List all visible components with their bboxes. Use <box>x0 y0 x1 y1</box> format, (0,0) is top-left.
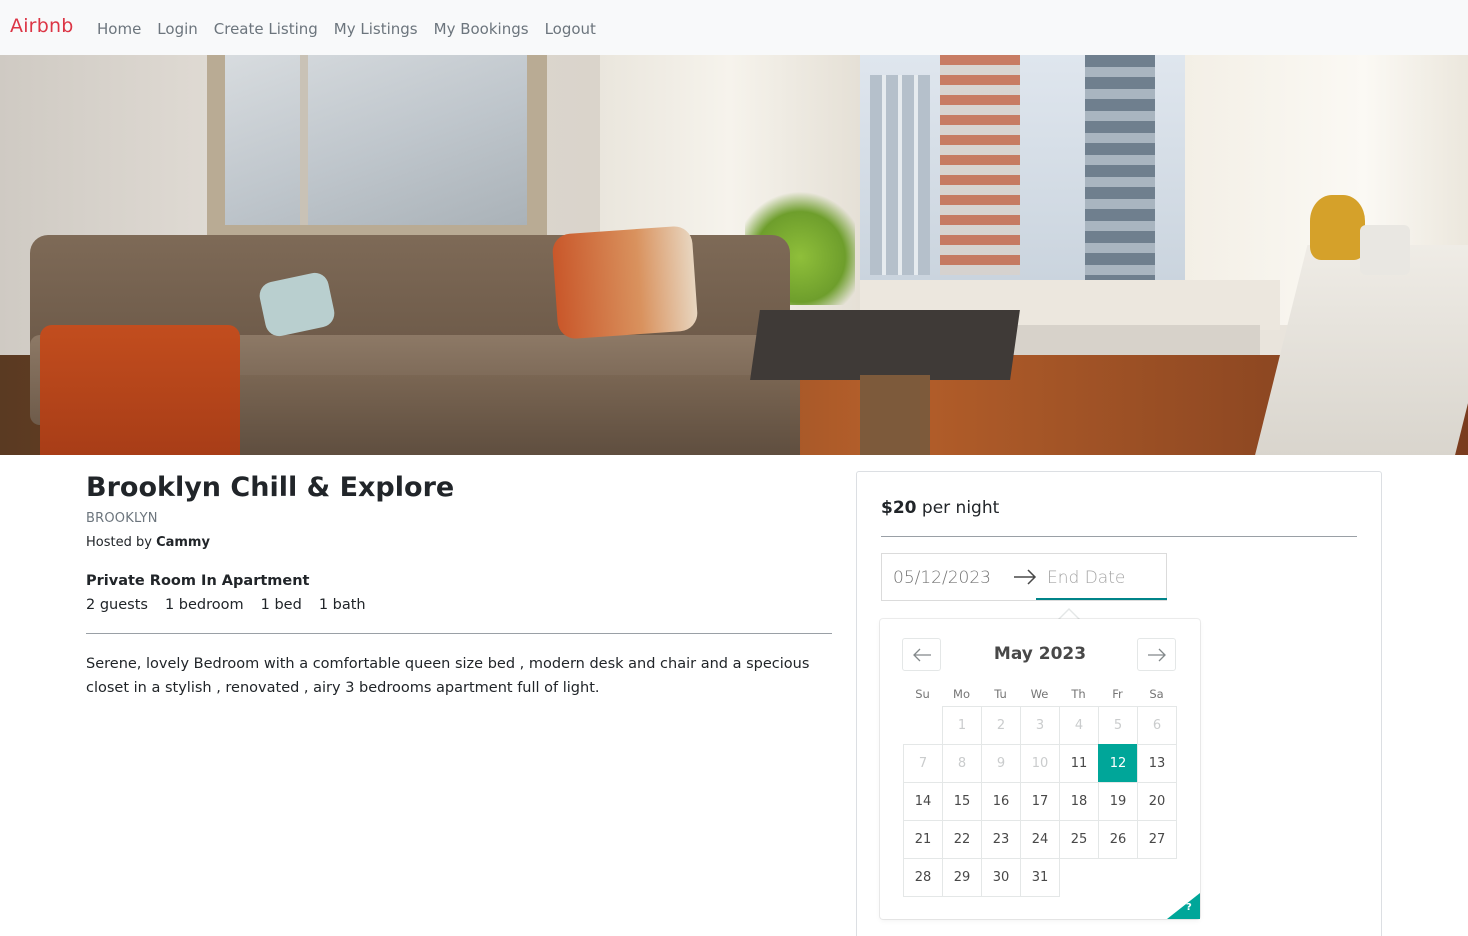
weekday-label: Fr <box>1112 687 1123 701</box>
arrow-right-icon <box>1148 648 1166 662</box>
calendar-day-selected[interactable]: 12 <box>1098 744 1138 783</box>
help-icon: ? <box>1186 902 1192 913</box>
feature-baths: 1 bath <box>318 597 366 613</box>
hosted-by-label: Hosted by <box>86 535 152 550</box>
weekday-label: Sa <box>1149 687 1164 701</box>
weekday-label: We <box>1030 687 1049 701</box>
calendar-day[interactable]: 28 <box>903 858 943 897</box>
calendar-day[interactable]: 25 <box>1059 820 1099 859</box>
calendar-day[interactable]: 18 <box>1059 782 1099 821</box>
divider <box>881 536 1357 537</box>
weekday-label: Su <box>915 687 930 701</box>
calendar-day[interactable]: 20 <box>1137 782 1177 821</box>
calendar-day: 3 <box>1020 706 1060 745</box>
weekday-label: Mo <box>953 687 970 701</box>
nav-links: Home Login Create Listing My Listings My… <box>89 20 604 38</box>
calendar-day: 5 <box>1098 706 1138 745</box>
calendar-day[interactable]: 16 <box>981 782 1021 821</box>
price-per-night: $20 per night <box>881 498 999 518</box>
arrow-right-icon <box>1013 569 1037 585</box>
calendar-day[interactable]: 17 <box>1020 782 1060 821</box>
calendar-day: 10 <box>1020 744 1060 783</box>
calendar-day[interactable]: 23 <box>981 820 1021 859</box>
calendar-day[interactable]: 26 <box>1098 820 1138 859</box>
host-name: Cammy <box>156 535 210 550</box>
calendar-day[interactable]: 13 <box>1137 744 1177 783</box>
calendar-day[interactable]: 15 <box>942 782 982 821</box>
calendar-day: 1 <box>942 706 982 745</box>
calendar-day: 2 <box>981 706 1021 745</box>
feature-guests: 2 guests <box>86 597 148 613</box>
calendar-day[interactable]: 21 <box>903 820 943 859</box>
nav-logout[interactable]: Logout <box>537 20 604 38</box>
navbar: Airbnb Home Login Create Listing My List… <box>0 0 1468 55</box>
listing-hero-image <box>0 55 1468 455</box>
nav-my-bookings[interactable]: My Bookings <box>426 20 537 38</box>
brand-logo[interactable]: Airbnb <box>10 15 73 37</box>
calendar-day: 4 <box>1059 706 1099 745</box>
feature-bedrooms: 1 bedroom <box>164 597 244 613</box>
calendar-day[interactable]: 22 <box>942 820 982 859</box>
listing-title: Brooklyn Chill & Explore <box>86 472 455 503</box>
calendar-day[interactable]: 30 <box>981 858 1021 897</box>
nav-home[interactable]: Home <box>89 20 149 38</box>
price-amount: $20 <box>881 498 917 518</box>
listing-description: Serene, lovely Bedroom with a comfortabl… <box>86 656 810 696</box>
calendar-day[interactable]: 14 <box>903 782 943 821</box>
calendar-day: 8 <box>942 744 982 783</box>
keyboard-shortcuts-button[interactable]: ? <box>1167 893 1200 919</box>
feature-beds: 1 bed <box>260 597 302 613</box>
calendar-popup: May 2023 Su Mo Tu We Th Fr Sa 1234567891… <box>880 619 1200 919</box>
weekday-label: Tu <box>994 687 1007 701</box>
next-month-button[interactable] <box>1137 638 1176 671</box>
calendar-day: 6 <box>1137 706 1177 745</box>
calendar-day: 7 <box>903 744 943 783</box>
calendar-day[interactable]: 11 <box>1059 744 1099 783</box>
end-date-input[interactable]: End Date <box>1047 568 1125 588</box>
listing-city: BROOKLYN <box>86 511 158 526</box>
nav-my-listings[interactable]: My Listings <box>326 20 426 38</box>
nav-create-listing[interactable]: Create Listing <box>206 20 326 38</box>
calendar-day: 9 <box>981 744 1021 783</box>
calendar-day[interactable]: 24 <box>1020 820 1060 859</box>
hosted-by: Hosted by Cammy <box>86 535 210 550</box>
start-date-input[interactable]: 05/12/2023 <box>893 568 991 588</box>
calendar-day[interactable]: 27 <box>1137 820 1177 859</box>
date-range-picker: 05/12/2023 End Date <box>881 553 1167 601</box>
calendar-weekdays: Su Mo Tu We Th Fr Sa <box>903 687 1176 701</box>
calendar-day[interactable]: 29 <box>942 858 982 897</box>
divider <box>86 633 832 634</box>
room-type: Private Room In Apartment <box>86 573 310 589</box>
listing-features: 2 guests 1 bedroom 1 bed 1 bath <box>86 597 383 613</box>
nav-login[interactable]: Login <box>149 20 205 38</box>
calendar-day[interactable]: 31 <box>1020 858 1060 897</box>
price-suffix: per night <box>921 498 1000 518</box>
end-date-focus-underline <box>1036 598 1167 600</box>
calendar-day[interactable]: 19 <box>1098 782 1138 821</box>
weekday-label: Th <box>1071 687 1086 701</box>
